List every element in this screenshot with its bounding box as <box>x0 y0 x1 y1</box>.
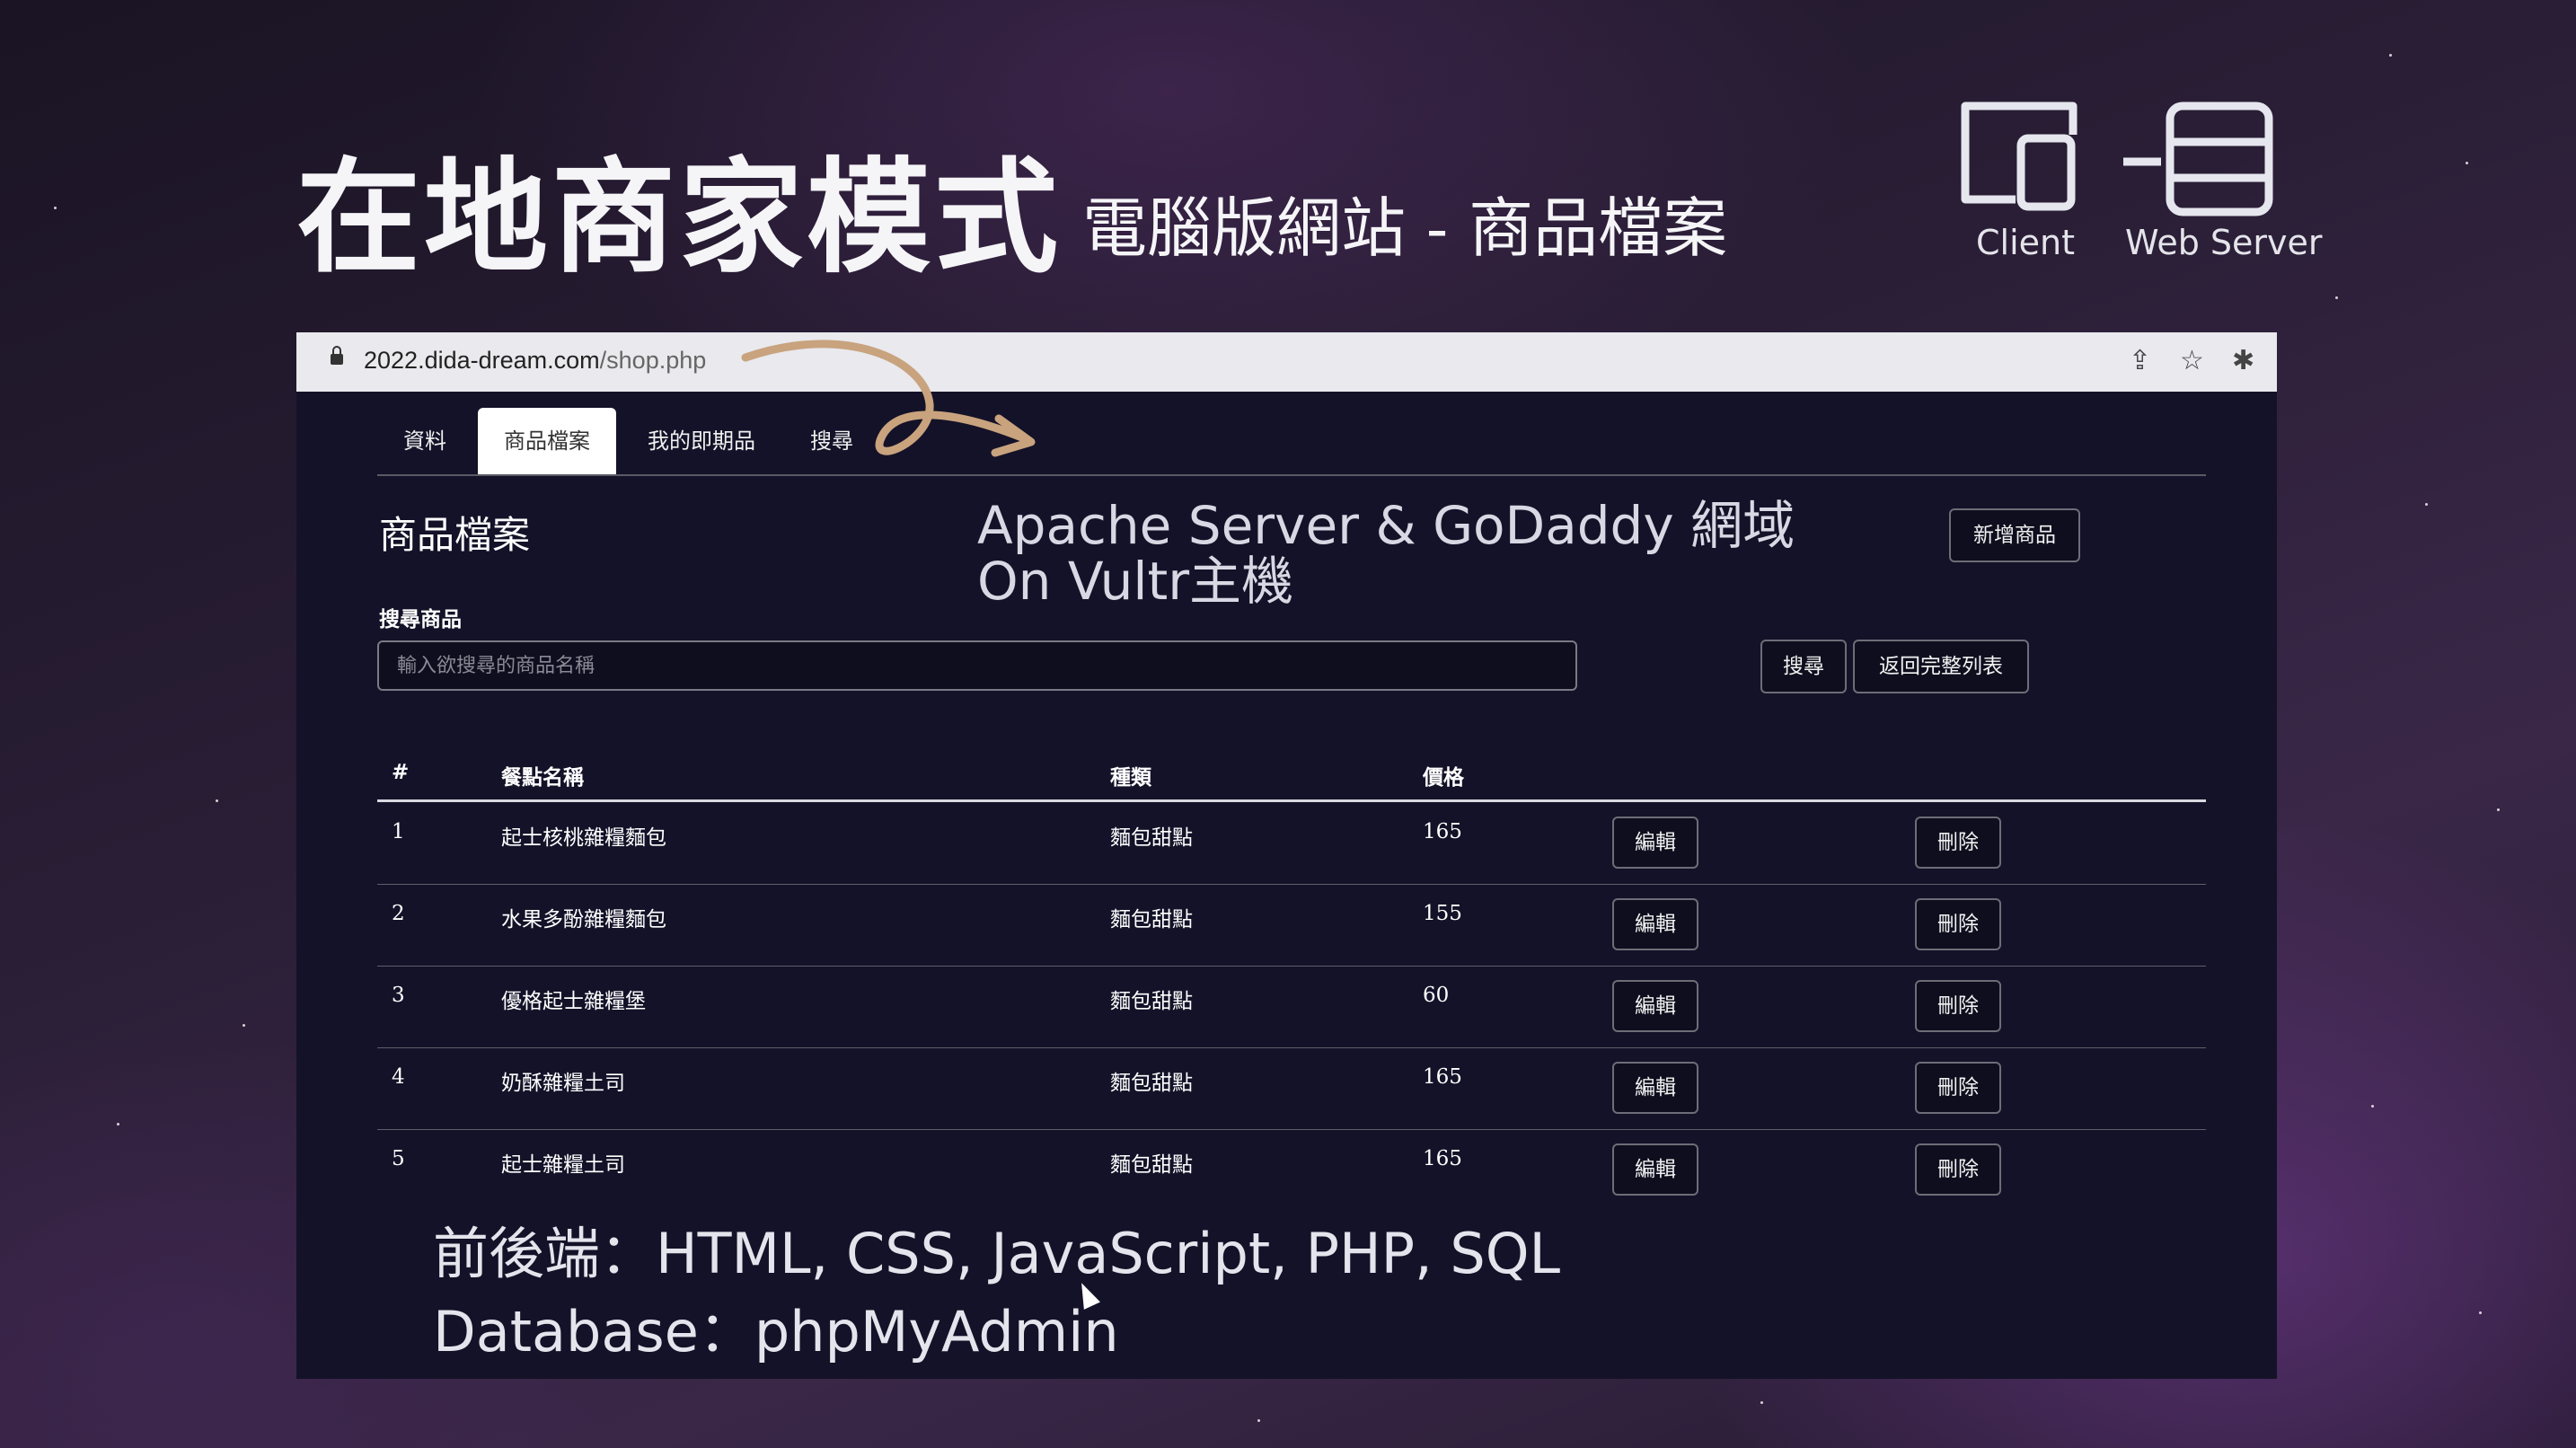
background-star <box>216 799 218 802</box>
row-id: 3 <box>392 984 405 1007</box>
column-header-price: 價格 <box>1423 765 1464 790</box>
delete-button[interactable]: 刪除 <box>1915 898 2001 950</box>
url-path: /shop.php <box>599 347 707 374</box>
overlay-annotation: Apache Server & GoDaddy 網域 On Vultr主機 <box>977 498 1795 609</box>
client-label: Client <box>1976 223 2076 262</box>
address-bar[interactable]: 2022.dida-dream.com/shop.php ⇪ ☆ ✱ <box>296 332 2277 392</box>
background-star <box>2371 1105 2374 1108</box>
table-row: 5 起士雜糧土司 麵包甜點 165 編輯 刪除 <box>377 1129 2206 1211</box>
row-price: 165 <box>1423 1147 1462 1170</box>
tab-products[interactable]: 商品檔案 <box>478 408 616 474</box>
edit-button[interactable]: 編輯 <box>1612 980 1698 1032</box>
background-star <box>1760 1401 1763 1404</box>
lock-icon <box>331 346 343 365</box>
column-header-category: 種類 <box>1110 765 1151 790</box>
row-name: 起士核桃雜糧麵包 <box>501 826 666 850</box>
column-header-id: # <box>392 760 410 784</box>
browser-window: 2022.dida-dream.com/shop.php ⇪ ☆ ✱ 資料 商品… <box>296 332 2277 1379</box>
background-star <box>2389 54 2392 57</box>
star-icon[interactable]: ☆ <box>2180 345 2204 376</box>
background-star <box>117 1123 119 1126</box>
background-star <box>2466 162 2468 164</box>
overlay-line-1: Apache Server & GoDaddy 網域 <box>977 495 1795 556</box>
row-id: 1 <box>392 820 405 843</box>
extension-icon[interactable]: ✱ <box>2232 345 2254 376</box>
row-id: 5 <box>392 1147 405 1170</box>
tech-stack-caption: 前後端：HTML, CSS, JavaScript, PHP, SQL <box>433 1221 1561 1286</box>
column-header-name: 餐點名稱 <box>501 765 584 790</box>
client-server-icon <box>1961 102 2273 216</box>
search-button[interactable]: 搜尋 <box>1760 640 1847 693</box>
url-text[interactable]: 2022.dida-dream.com/shop.php <box>364 347 706 375</box>
tab-search[interactable]: 搜尋 <box>787 408 877 474</box>
add-product-button[interactable]: 新增商品 <box>1949 508 2080 562</box>
table-row: 4 奶酥雜糧土司 麵包甜點 165 編輯 刪除 <box>377 1047 2206 1130</box>
background-star <box>2335 296 2338 299</box>
overlay-line-2: On Vultr主機 <box>977 551 1294 612</box>
page-title: 商品檔案 <box>379 513 531 557</box>
delete-button[interactable]: 刪除 <box>1915 817 2001 869</box>
edit-button[interactable]: 編輯 <box>1612 1062 1698 1114</box>
edit-button[interactable]: 編輯 <box>1612 898 1698 950</box>
row-name: 起士雜糧土司 <box>501 1153 625 1177</box>
slide-title: 在地商家模式 <box>296 144 1063 290</box>
row-category: 麵包甜點 <box>1110 1153 1193 1177</box>
reset-list-button[interactable]: 返回完整列表 <box>1853 640 2029 693</box>
row-name: 優格起士雜糧堡 <box>501 990 646 1013</box>
client-server-diagram: Client Web Server <box>1958 99 2335 269</box>
search-input[interactable] <box>377 640 1577 691</box>
background-star <box>2497 808 2500 811</box>
background-star <box>243 1024 245 1027</box>
row-price: 165 <box>1423 820 1462 843</box>
row-category: 麵包甜點 <box>1110 826 1193 850</box>
delete-button[interactable]: 刪除 <box>1915 1062 2001 1114</box>
share-icon[interactable]: ⇪ <box>2129 345 2151 376</box>
row-category: 麵包甜點 <box>1110 908 1193 931</box>
row-id: 4 <box>392 1065 405 1089</box>
row-name: 水果多酚雜糧麵包 <box>501 908 666 931</box>
row-id: 2 <box>392 902 405 925</box>
background-star <box>2425 503 2428 506</box>
table-row: 3 優格起士雜糧堡 麵包甜點 60 編輯 刪除 <box>377 966 2206 1048</box>
row-category: 麵包甜點 <box>1110 990 1193 1013</box>
background-star <box>2479 1311 2482 1314</box>
row-price: 155 <box>1423 902 1462 925</box>
edit-button[interactable]: 編輯 <box>1612 817 1698 869</box>
table-row: 2 水果多酚雜糧麵包 麵包甜點 155 編輯 刪除 <box>377 884 2206 967</box>
row-name: 奶酥雜糧土司 <box>501 1072 625 1095</box>
search-label: 搜尋商品 <box>379 607 462 631</box>
row-price: 165 <box>1423 1065 1462 1089</box>
row-category: 麵包甜點 <box>1110 1072 1193 1095</box>
web-server-label: Web Server <box>2125 223 2323 262</box>
nav-tabs: 資料 商品檔案 我的即期品 搜尋 <box>377 408 2206 476</box>
table-row: 1 起士核桃雜糧麵包 麵包甜點 165 編輯 刪除 <box>377 802 2206 885</box>
row-price: 60 <box>1423 984 1450 1007</box>
database-caption: Database：phpMyAdmin <box>433 1299 1119 1364</box>
tab-expiring-items[interactable]: 我的即期品 <box>622 408 781 474</box>
edit-button[interactable]: 編輯 <box>1612 1143 1698 1196</box>
slide-subtitle: 電腦版網站 - 商品檔案 <box>1082 190 1728 266</box>
delete-button[interactable]: 刪除 <box>1915 1143 2001 1196</box>
delete-button[interactable]: 刪除 <box>1915 980 2001 1032</box>
tab-profile[interactable]: 資料 <box>377 408 472 474</box>
url-domain: 2022.dida-dream.com <box>364 347 600 374</box>
background-star <box>54 207 57 209</box>
background-star <box>1257 1419 1260 1422</box>
